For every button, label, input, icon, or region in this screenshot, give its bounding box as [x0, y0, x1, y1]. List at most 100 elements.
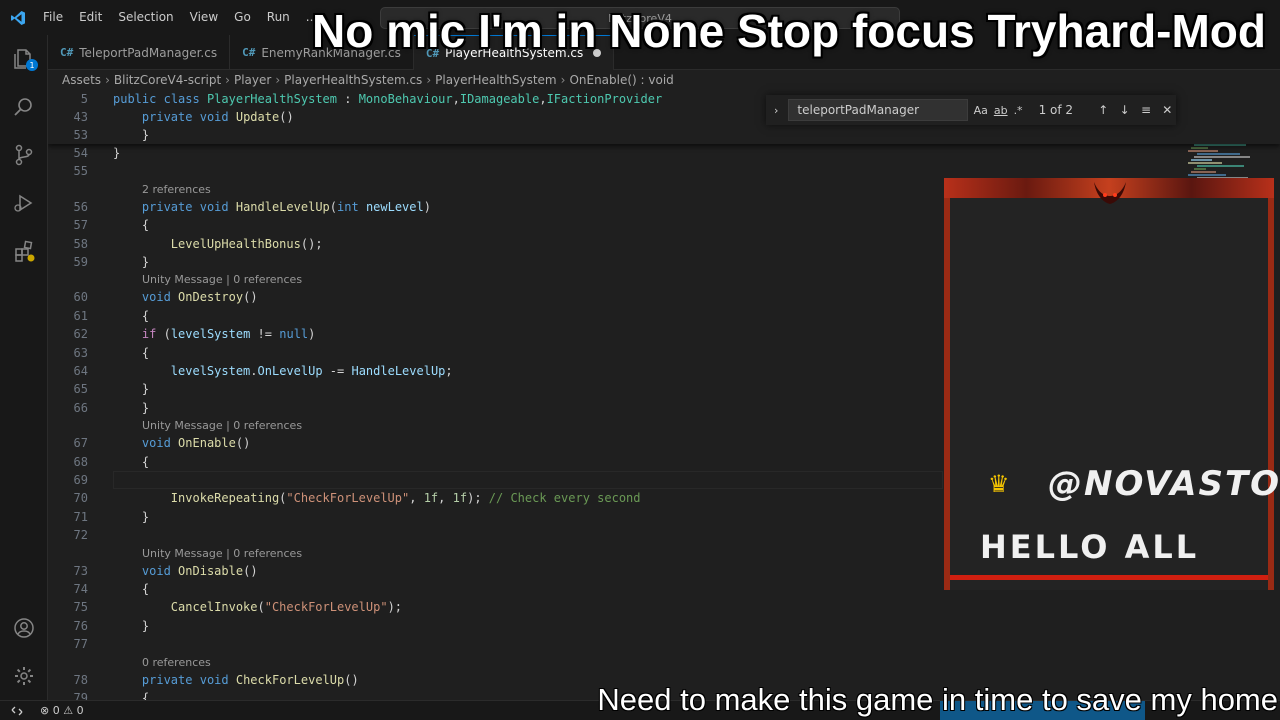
line-number: 63	[73, 345, 88, 360]
breadcrumb-chevron-icon: ›	[560, 73, 566, 87]
line-number: 57	[73, 218, 88, 233]
line-number: 53	[73, 128, 88, 142]
account-icon[interactable]	[0, 604, 48, 652]
code-text: }	[113, 146, 121, 160]
settings-gear-icon[interactable]	[0, 652, 48, 700]
code-text: void OnEnable()	[141, 436, 251, 451]
code-text: {	[141, 691, 150, 700]
code-text: LevelUpHealthBonus();	[170, 236, 323, 251]
stream-title-caption: No mic I'm in None Stop focus Tryhard-Mo…	[312, 5, 1266, 57]
breadcrumb-chevron-icon: ›	[426, 73, 432, 87]
overlay-red-bar	[950, 575, 1268, 580]
breadcrumb: Assets › BlitzCoreV4-script › Player › PlayerH…	[48, 70, 1280, 90]
code-text: {	[141, 218, 150, 233]
code-text: InvokeRepeating("CheckForLevelUp", 1f, 1…	[170, 491, 641, 506]
codelens-references[interactable]: Unity Message | 0 references	[142, 273, 302, 287]
code-text: private void HandleLevelUp(int newLevel)	[141, 199, 431, 214]
minimap-line	[1188, 150, 1218, 152]
breadcrumb-item[interactable]: BlitzCoreV4-script	[114, 73, 221, 87]
code-text: private void CheckForLevelUp()	[141, 672, 359, 687]
line-number: 68	[73, 454, 88, 469]
breadcrumb-item[interactable]: OnEnable() : void	[569, 73, 673, 87]
run-debug-icon[interactable]	[0, 179, 48, 227]
minimap-line	[1191, 171, 1216, 173]
line-number: 65	[73, 382, 88, 397]
code-text: }	[141, 128, 150, 142]
minimap-line	[1197, 165, 1244, 167]
remote-indicator-icon[interactable]	[0, 701, 34, 720]
codelens-references[interactable]: Unity Message | 0 references	[142, 547, 302, 561]
crown-icon: ♛	[988, 470, 1010, 498]
line-number: 78	[73, 672, 88, 687]
code-text: levelSystem.OnLevelUp -= HandleLevelUp;	[170, 364, 453, 378]
minimap-line	[1197, 153, 1240, 155]
activity-bar: 1	[0, 35, 48, 700]
find-result-count: 1 of 2	[1038, 103, 1074, 117]
line-number: 79	[73, 691, 88, 700]
code-text: {	[141, 454, 150, 469]
minimap-line	[1191, 159, 1212, 161]
line-number: 71	[73, 509, 88, 524]
line-number: 67	[73, 436, 88, 451]
line-number: 62	[73, 327, 88, 342]
line-number: 76	[73, 618, 88, 633]
code-text: {	[141, 308, 150, 323]
code-text: if (levelSystem != null)	[141, 327, 316, 342]
stream-webcam-overlay: ♛ @NOVASTO HELLO ALL	[944, 178, 1279, 590]
line-number: 66	[73, 400, 88, 415]
line-number: 72	[73, 528, 88, 543]
breadcrumb-chevron-icon: ›	[225, 73, 230, 87]
toggle-replace-chevron-icon[interactable]: ›	[774, 104, 778, 117]
code-text: }	[141, 400, 150, 415]
line-number: 43	[73, 110, 88, 124]
breadcrumb-item[interactable]: Player	[234, 73, 271, 87]
line-number: 61	[73, 308, 88, 323]
minimap-line	[1194, 156, 1250, 158]
breadcrumb-item[interactable]: PlayerHealthSystem	[435, 73, 557, 87]
line-number: 55	[73, 164, 88, 179]
regex-icon[interactable]: .*	[1014, 104, 1023, 117]
line-number: 54	[73, 146, 88, 160]
streamer-handle: @NOVASTO	[1048, 464, 1280, 504]
whole-word-icon[interactable]: ab	[994, 104, 1008, 117]
line-number: 60	[73, 290, 88, 305]
codelens-references[interactable]: 2 references	[142, 183, 211, 197]
code-text: {	[141, 582, 150, 596]
breadcrumb-chevron-icon: ›	[275, 73, 281, 87]
overlay-greeting: HELLO ALL	[980, 528, 1200, 566]
minimap-line	[1194, 144, 1246, 146]
current-line-highlight	[113, 471, 943, 489]
search-icon[interactable]	[0, 83, 48, 131]
code-text: CancelInvoke("CheckForLevelUp");	[170, 600, 403, 615]
next-match-arrow-down-icon[interactable]: ↓	[1116, 103, 1133, 117]
stream-bottom-caption: Need to make this game in time to save m…	[597, 682, 1278, 717]
line-number: 73	[73, 563, 88, 578]
close-find-icon[interactable]: ✕	[1159, 103, 1176, 117]
code-text: public class PlayerHealthSystem : MonoBe…	[113, 92, 663, 106]
line-number: 70	[73, 491, 88, 506]
source-control-icon[interactable]	[0, 131, 48, 179]
activity-bar-bottom	[0, 604, 48, 700]
line-number: 77	[73, 637, 88, 652]
minimap-line	[1188, 162, 1222, 164]
code-text: }	[141, 255, 150, 269]
line-number: 75	[73, 600, 88, 615]
breadcrumb-item[interactable]: PlayerHealthSystem.cs	[284, 73, 422, 87]
code-text: void OnDisable()	[141, 563, 258, 578]
breadcrumb-item[interactable]: Assets	[62, 73, 101, 87]
previous-match-arrow-up-icon[interactable]: ↑	[1095, 103, 1112, 117]
breadcrumb-chevron-icon: ›	[105, 73, 110, 87]
line-number: 74	[73, 582, 88, 596]
codelens-references[interactable]: 0 references	[142, 656, 211, 670]
extensions-icon[interactable]	[0, 227, 48, 275]
code-text: }	[141, 509, 150, 524]
find-in-selection-icon[interactable]: ≡	[1137, 103, 1154, 117]
line-number: 64	[73, 364, 88, 378]
line-number: 69	[73, 473, 88, 487]
find-input[interactable]: teleportPadManager	[788, 99, 968, 121]
line-number: 58	[73, 236, 88, 251]
codelens-references[interactable]: Unity Message | 0 references	[142, 419, 302, 433]
match-case-icon[interactable]: Aa	[974, 104, 988, 117]
problems-status[interactable]: ⊗ 0 ⚠ 0	[40, 704, 84, 717]
code-text: }	[141, 382, 150, 397]
